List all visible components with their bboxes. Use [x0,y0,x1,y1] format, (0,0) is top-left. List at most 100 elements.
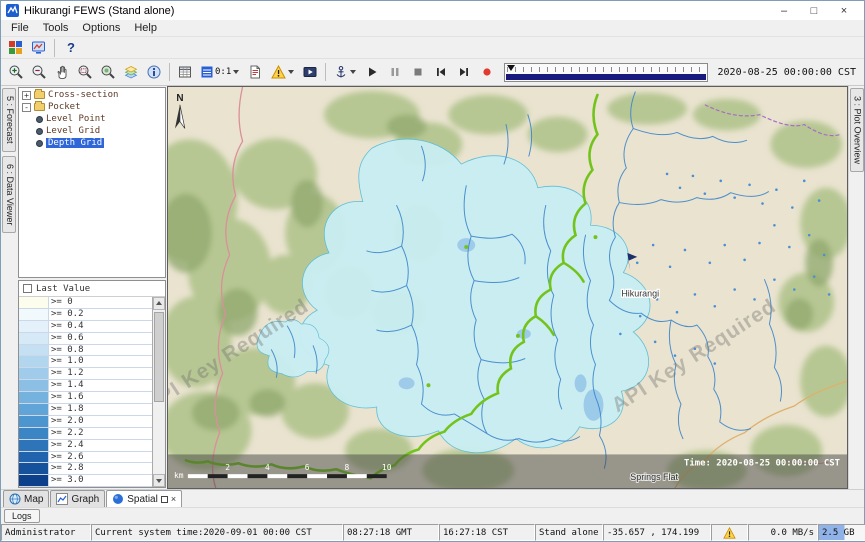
main-area: 5 : Forecast 6 : Data Viewer + Cross-sec… [1,86,864,489]
tree-item-depth-grid[interactable]: Depth Grid [19,137,165,149]
displays-button[interactable] [28,38,48,58]
legend-scrollbar[interactable] [152,297,165,487]
warning-filter-button[interactable] [267,61,298,83]
zoom-extent-button[interactable] [97,61,119,83]
help-icon: ? [67,40,75,55]
close-button[interactable]: × [829,2,859,19]
main-toolbar: ? [1,37,864,59]
scale-unit: km [174,471,184,480]
map-label-hikurangi: Hikurangi [621,288,659,298]
vertical-profile-button[interactable] [330,61,360,83]
info-button[interactable] [143,61,165,83]
legend-entry: >= 1.2 [19,368,152,380]
play-button[interactable] [361,61,383,83]
menu-options[interactable]: Options [75,21,127,35]
data-panel: + Cross-section - Pocket Level Point [17,86,167,489]
explorer-button[interactable] [5,38,25,58]
minimize-button[interactable]: – [769,2,799,19]
tree-item-cross-section[interactable]: + Cross-section [19,89,165,101]
tab-plot-overview[interactable]: 3 : Plot Overview [850,88,864,172]
menu-help[interactable]: Help [127,21,164,35]
legend-label: >= 0.6 [49,333,152,344]
tree-item-label: Cross-section [48,90,118,100]
menu-file[interactable]: File [4,21,36,35]
anchor-icon [334,65,348,80]
chevron-down-icon [233,70,239,74]
left-tab-strip: 5 : Forecast 6 : Data Viewer [1,86,17,489]
tab-label: Map [24,494,43,505]
chart-icon [56,493,68,505]
scrollbar-thumb[interactable] [154,312,164,402]
tab-graph[interactable]: Graph [50,490,105,507]
maximize-button[interactable]: □ [799,2,829,19]
map-viewport[interactable]: Hikurangi API Key Required API Key Requi… [167,86,848,489]
menu-bar: File Tools Options Help [1,20,864,37]
interval-selector[interactable]: 0:1 [197,61,243,83]
status-download-rate: 0.0 MB/s [748,524,818,541]
zoom-out-button[interactable] [28,61,50,83]
grid-display-button[interactable] [174,61,196,83]
tab-label: Spatial [127,494,158,505]
legend-swatch [19,309,49,320]
layers-button[interactable] [120,61,142,83]
scroll-down-icon[interactable] [153,474,165,487]
north-label: N [176,93,183,104]
pan-hand-icon [54,64,70,80]
document-icon [247,64,263,80]
toolbar-separator [54,39,55,57]
menu-tools[interactable]: Tools [36,21,76,35]
legend-entry: >= 3.0 [19,475,152,487]
collapse-icon[interactable]: - [22,103,31,112]
zoom-out-icon [31,64,47,80]
legend-entry: >= 0.2 [19,309,152,321]
pan-button[interactable] [51,61,73,83]
zoom-box-button[interactable] [74,61,96,83]
legend-entry: >= 0 [19,297,152,309]
legend-label: >= 1.0 [49,356,152,367]
status-system-time: Current system time:2020-09-01 00:00 CST [91,524,343,541]
help-button[interactable]: ? [61,38,81,58]
movie-export-button[interactable] [299,61,321,83]
logs-button[interactable]: Logs [4,509,40,523]
legend-header: Last Value [19,281,165,297]
zoom-extent-icon [100,64,116,80]
legend-label: >= 2.4 [49,440,152,451]
tab-spatial[interactable]: Spatial × [106,490,182,507]
float-window-icon[interactable] [161,496,168,503]
window-title: Hikurangi FEWS (Stand alone) [24,5,174,17]
stop-icon [410,64,426,80]
close-tab-icon[interactable]: × [171,496,176,503]
last-value-checkbox[interactable] [23,284,32,293]
status-warning[interactable] [711,524,748,541]
timeline-ticks [507,67,704,72]
skip-end-button[interactable] [453,61,475,83]
tab-map[interactable]: Map [3,490,49,507]
tree-item-label: Pocket [48,102,81,112]
timeline-position-marker[interactable] [507,65,515,71]
skip-start-button[interactable] [430,61,452,83]
profile-document-button[interactable] [244,61,266,83]
tree-item-pocket[interactable]: - Pocket [19,101,165,113]
zoom-in-button[interactable] [5,61,27,83]
tree-item-level-grid[interactable]: Level Grid [19,125,165,137]
stop-button[interactable] [407,61,429,83]
legend-label: >= 0.8 [49,345,152,356]
movie-icon [302,64,318,80]
tab-data-viewer[interactable]: 6 : Data Viewer [2,156,16,233]
scroll-up-icon[interactable] [153,297,165,310]
tab-forecast[interactable]: 5 : Forecast [2,88,16,152]
scale-tick: 10 [382,463,392,472]
tree-item-level-point[interactable]: Level Point [19,113,165,125]
legend-label: >= 2.2 [49,428,152,439]
legend-checkbox-label: Last Value [36,284,90,294]
tab-label: Graph [71,494,99,505]
timeline-slider[interactable] [504,63,707,82]
interval-value: 0:1 [215,67,231,77]
record-button[interactable] [476,61,498,83]
expand-icon[interactable]: + [22,91,31,100]
legend-entry: >= 2.2 [19,428,152,440]
toolbar-separator [325,63,326,81]
legend-label: >= 2.0 [49,416,152,427]
legend-label: >= 0.4 [49,321,152,332]
pause-button[interactable] [384,61,406,83]
